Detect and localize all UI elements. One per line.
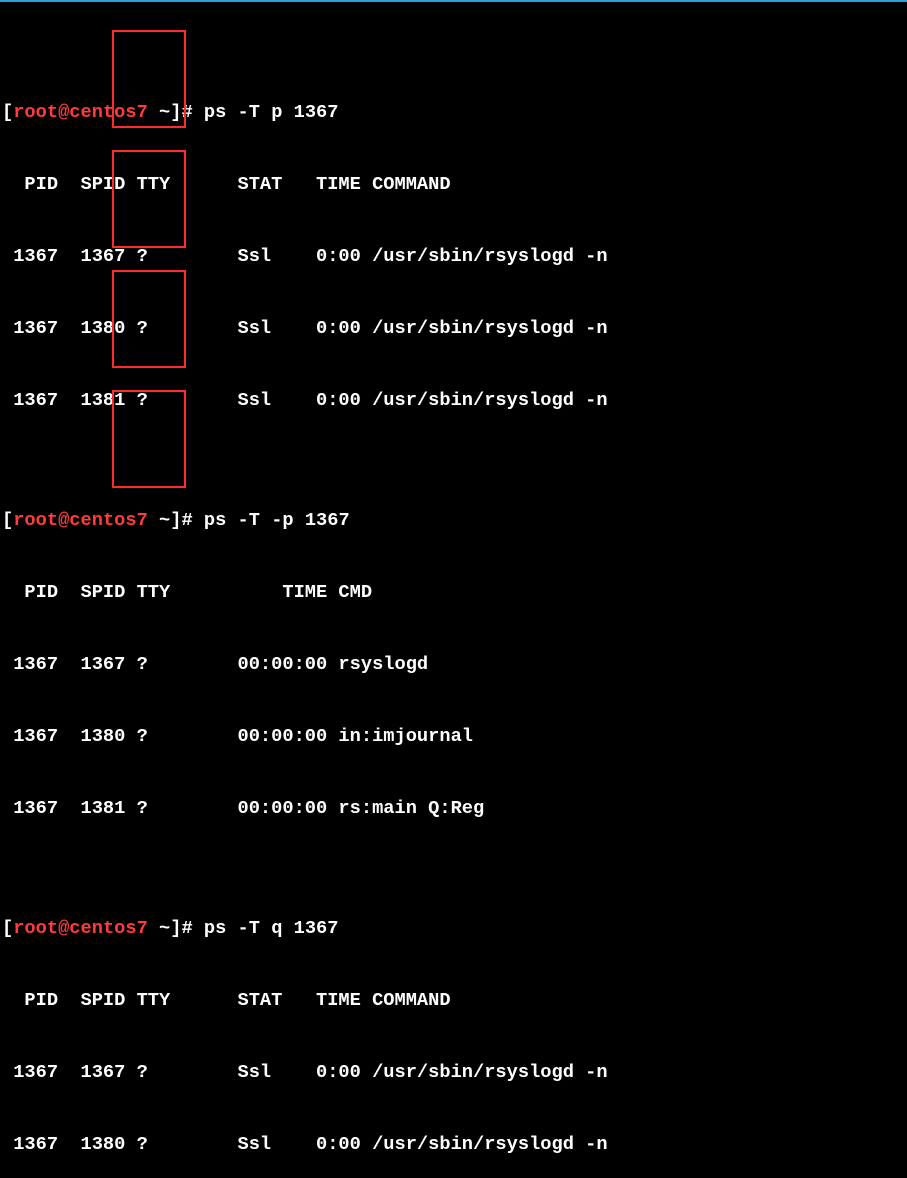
- prompt-host: centos7: [69, 509, 148, 531]
- prompt-at: @: [58, 917, 69, 939]
- prompt-user: root: [13, 101, 58, 123]
- ps-row: 1367 1367 ? 00:00:00 rsyslogd: [2, 652, 905, 676]
- prompt-at: @: [58, 101, 69, 123]
- prompt-close: ]#: [170, 509, 204, 531]
- command-text: ps -T q 1367: [204, 917, 339, 939]
- prompt-sep: [148, 509, 159, 531]
- ps-row: 1367 1380 ? 00:00:00 in:imjournal: [2, 724, 905, 748]
- ps-row: 1367 1380 ? Ssl 0:00 /usr/sbin/rsyslogd …: [2, 1132, 905, 1156]
- prompt-sep: [148, 917, 159, 939]
- prompt-line: [root@centos7 ~]# ps -T q 1367: [2, 916, 905, 940]
- prompt-open: [: [2, 101, 13, 123]
- command-text: ps -T p 1367: [204, 101, 339, 123]
- spid-highlight-box: [112, 270, 186, 368]
- prompt-host: centos7: [69, 917, 148, 939]
- prompt-path: ~: [159, 917, 170, 939]
- spid-highlight-box: [112, 150, 186, 248]
- terminal[interactable]: [root@centos7 ~]# ps -T p 1367 PID SPID …: [0, 2, 907, 1178]
- prompt-user: root: [13, 509, 58, 531]
- prompt-open: [: [2, 917, 13, 939]
- prompt-at: @: [58, 509, 69, 531]
- prompt-close: ]#: [170, 917, 204, 939]
- spid-highlight-box: [112, 30, 186, 128]
- command-text: ps -T -p 1367: [204, 509, 350, 531]
- ps-header: PID SPID TTY TIME CMD: [2, 580, 905, 604]
- spid-highlight-box: [112, 390, 186, 488]
- prompt-open: [: [2, 509, 13, 531]
- prompt-path: ~: [159, 509, 170, 531]
- ps-row: 1367 1381 ? 00:00:00 rs:main Q:Reg: [2, 796, 905, 820]
- ps-header: PID SPID TTY STAT TIME COMMAND: [2, 988, 905, 1012]
- prompt-user: root: [13, 917, 58, 939]
- prompt-line: [root@centos7 ~]# ps -T -p 1367: [2, 508, 905, 532]
- ps-row: 1367 1367 ? Ssl 0:00 /usr/sbin/rsyslogd …: [2, 1060, 905, 1084]
